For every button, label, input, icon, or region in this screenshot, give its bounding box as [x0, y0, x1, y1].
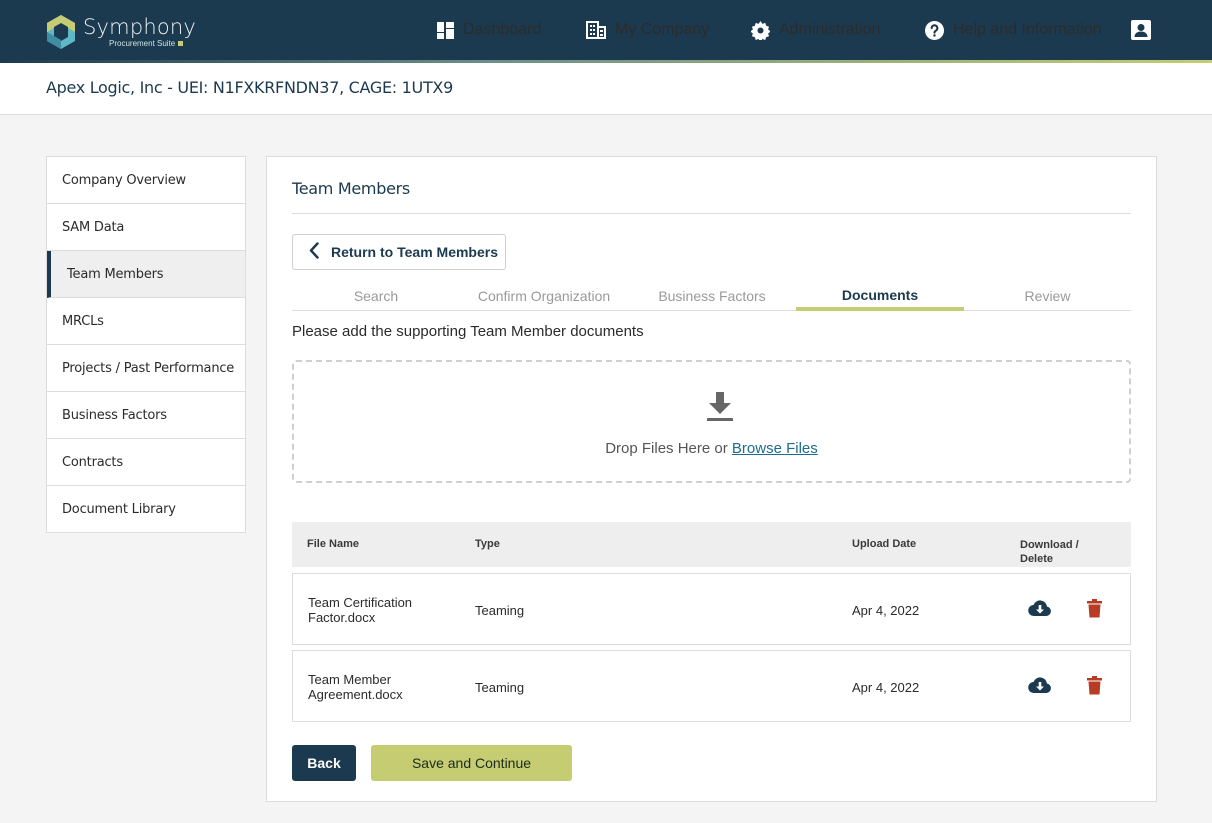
nav-my-company[interactable]: My Company — [586, 19, 709, 41]
file-name-line: Team Member — [308, 672, 392, 687]
column-download-label: Download / — [1020, 539, 1079, 551]
building-icon — [586, 21, 606, 39]
brand-dot — [178, 41, 184, 46]
page-title: Team Members — [292, 179, 410, 198]
nav-administration-label: Administration — [779, 21, 881, 38]
column-type: Type — [475, 538, 500, 550]
user-profile-icon[interactable] — [1131, 20, 1151, 40]
sidebar-item-projects-past-performance[interactable]: Projects / Past Performance — [47, 345, 245, 392]
symphony-hexagon-icon — [45, 14, 77, 50]
nav-help[interactable]: Help and Information — [925, 19, 1102, 41]
tab-search[interactable]: Search — [292, 280, 460, 311]
column-upload-date: Upload Date — [852, 538, 917, 550]
nav-dashboard[interactable]: Dashboard — [437, 19, 541, 41]
tab-confirm-organization[interactable]: Confirm Organization — [460, 280, 628, 311]
dashboard-icon — [437, 21, 454, 39]
file-name-cell: Team Certification Factor.docx — [308, 595, 448, 625]
upload-date-cell: Apr 4, 2022 — [852, 603, 920, 618]
file-name-line: Factor.docx — [308, 610, 376, 625]
sidebar-menu: Company Overview SAM Data Team Members M… — [46, 156, 246, 533]
tab-documents[interactable]: Documents — [796, 280, 964, 311]
return-button-label: Return to Team Members — [331, 244, 498, 260]
title-divider — [292, 213, 1131, 214]
type-cell: Teaming — [475, 603, 525, 618]
upload-date-cell: Apr 4, 2022 — [852, 680, 920, 695]
trash-icon[interactable] — [1087, 599, 1102, 621]
brand-name: Symphony — [83, 14, 197, 39]
column-file-name: File Name — [307, 538, 359, 550]
file-name-line: Team Certification — [308, 595, 413, 610]
nav-help-label: Help and Information — [953, 21, 1102, 38]
sidebar-item-mrcls[interactable]: MRCLs — [47, 298, 245, 345]
tab-business-factors[interactable]: Business Factors — [628, 280, 796, 311]
sidebar-item-document-library[interactable]: Document Library — [47, 486, 245, 532]
trash-icon[interactable] — [1087, 676, 1102, 698]
chevron-left-icon — [309, 242, 319, 262]
back-button[interactable]: Back — [292, 745, 356, 781]
main-panel: Team Members Return to Team Members Sear… — [266, 156, 1157, 802]
symphony-logo[interactable]: Symphony Procurement Suite — [45, 12, 196, 52]
type-cell: Teaming — [475, 680, 525, 695]
gear-icon — [751, 20, 770, 40]
table-row: Team Member Agreement.docx Teaming Apr 4… — [292, 650, 1131, 722]
nav-administration[interactable]: Administration — [751, 19, 880, 41]
cloud-download-icon[interactable] — [1028, 599, 1052, 621]
help-icon — [925, 20, 944, 40]
return-to-team-members-button[interactable]: Return to Team Members — [292, 234, 506, 270]
company-title: Apex Logic, Inc - UEI: N1FXKRFNDN37, CAG… — [46, 78, 453, 97]
sidebar-item-team-members[interactable]: Team Members — [47, 251, 245, 298]
sidebar-item-company-overview[interactable]: Company Overview — [47, 157, 245, 204]
file-name-line: Agreement.docx — [308, 687, 403, 702]
sidebar-item-business-factors[interactable]: Business Factors — [47, 392, 245, 439]
instruction-text: Please add the supporting Team Member do… — [292, 323, 644, 340]
file-dropzone[interactable]: Drop Files Here or Browse Files — [292, 360, 1131, 483]
browse-files-link[interactable]: Browse Files — [732, 440, 818, 457]
table-row: Team Certification Factor.docx Teaming A… — [292, 573, 1131, 645]
wizard-tabs: Search Confirm Organization Business Fac… — [292, 280, 1131, 311]
column-delete-label: Delete — [1020, 553, 1054, 565]
tab-review[interactable]: Review — [964, 280, 1131, 311]
file-name-cell: Team Member Agreement.docx — [308, 672, 448, 702]
top-navigation-bar: Symphony Procurement Suite Dashboard My … — [0, 0, 1212, 60]
documents-table-header: File Name Type Upload Date Download / De… — [292, 522, 1131, 567]
column-download-delete: Download / Delete — [1020, 538, 1079, 566]
nav-my-company-label: My Company — [615, 21, 710, 38]
save-and-continue-button[interactable]: Save and Continue — [371, 745, 572, 781]
cloud-download-icon[interactable] — [1028, 676, 1052, 698]
company-header: Apex Logic, Inc - UEI: N1FXKRFNDN37, CAG… — [0, 63, 1212, 115]
download-icon — [707, 392, 733, 427]
sidebar-item-contracts[interactable]: Contracts — [47, 439, 245, 486]
sidebar-item-sam-data[interactable]: SAM Data — [47, 204, 245, 251]
brand-subtitle: Procurement Suite — [109, 38, 176, 48]
dropzone-text: Drop Files Here or — [605, 440, 728, 457]
nav-dashboard-label: Dashboard — [463, 21, 542, 38]
